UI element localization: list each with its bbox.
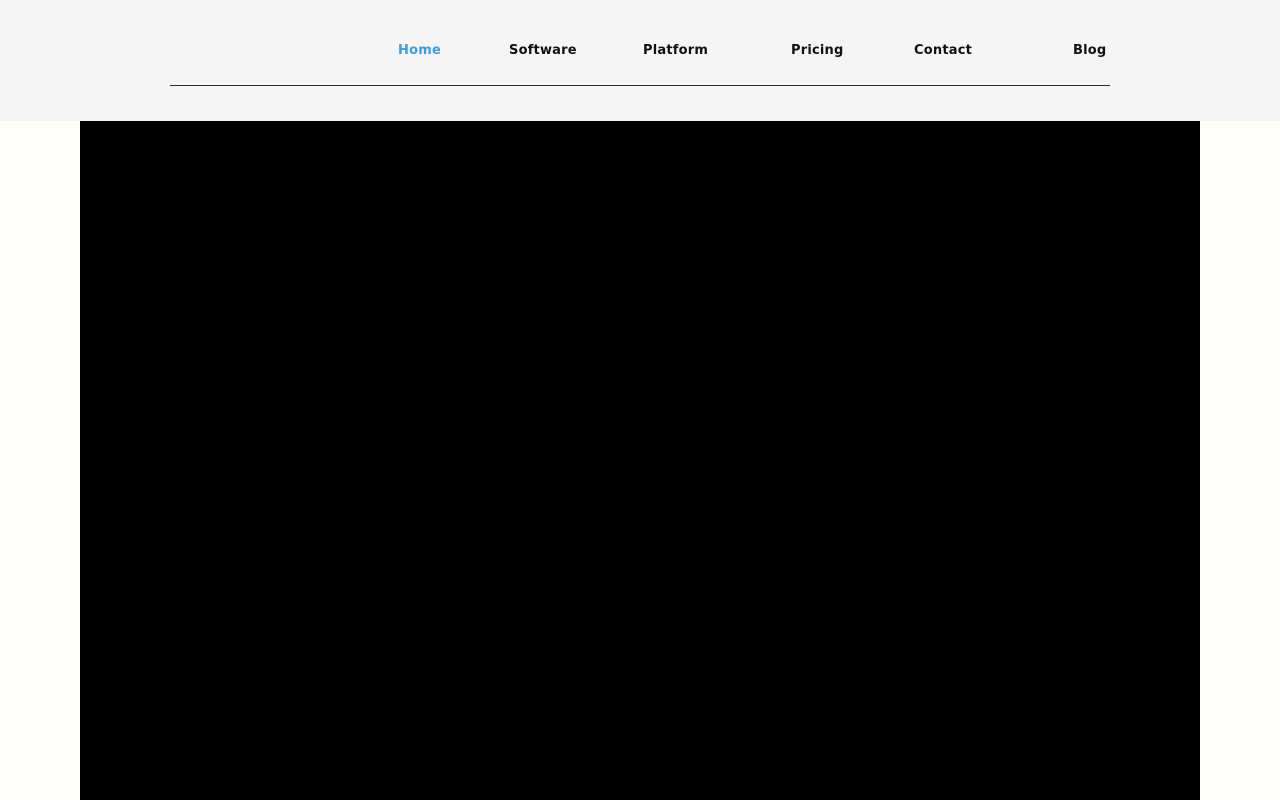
nav-link-platform[interactable]: Platform <box>643 43 708 58</box>
nav-link-home[interactable]: Home <box>398 43 441 58</box>
nav-link-software[interactable]: Software <box>509 43 577 58</box>
main-navigation: Home Software Platform Pricing Contact B… <box>170 0 1110 86</box>
site-header: Home Software Platform Pricing Contact B… <box>0 0 1280 121</box>
nav-link-pricing[interactable]: Pricing <box>791 43 844 58</box>
nav-link-contact[interactable]: Contact <box>914 43 972 58</box>
hero-media-area <box>80 121 1200 800</box>
nav-link-blog[interactable]: Blog <box>1073 43 1106 58</box>
